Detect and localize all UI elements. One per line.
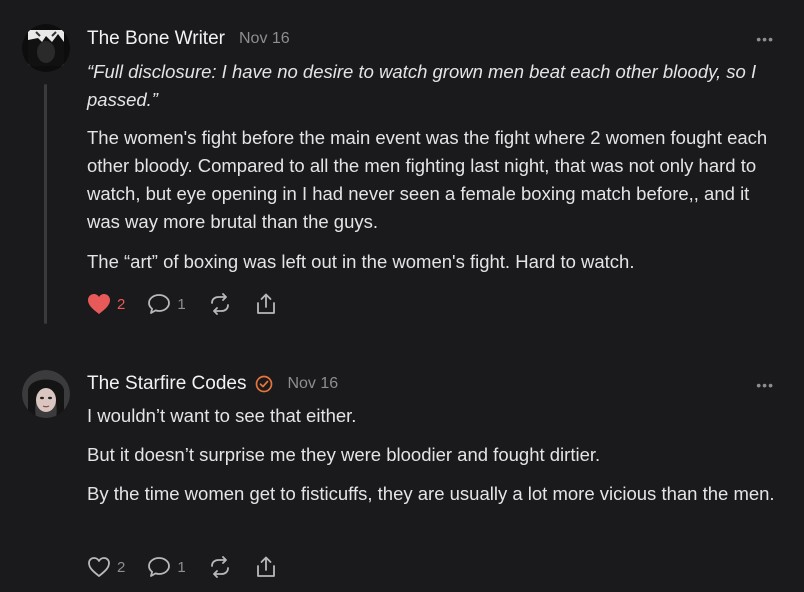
like-count: 2 xyxy=(117,295,126,313)
reply-count: 1 xyxy=(177,295,186,313)
verified-badge-icon xyxy=(255,375,273,393)
speech-bubble-icon xyxy=(147,293,171,315)
restack-button[interactable] xyxy=(208,556,232,578)
reply-button[interactable]: 1 xyxy=(147,293,186,315)
like-count: 2 xyxy=(117,558,126,576)
share-button[interactable] xyxy=(254,293,278,315)
comment-paragraph: I wouldn’t want to see that either. xyxy=(87,405,357,426)
comment-paragraph: The “art” of boxing was left out in the … xyxy=(87,251,635,272)
reply-count: 1 xyxy=(177,558,186,576)
reply-button[interactable]: 1 xyxy=(147,556,186,578)
share-icon xyxy=(254,293,278,315)
like-button[interactable]: 2 xyxy=(87,556,125,578)
share-button[interactable] xyxy=(254,556,278,578)
comment-actions: 2 1 xyxy=(87,556,300,578)
comment-quote: “Full disclosure: I have no desire to wa… xyxy=(87,61,757,110)
comment-header: The Bone Writer Nov 16 xyxy=(87,28,290,50)
more-options-button[interactable]: ••• xyxy=(756,31,774,47)
author-name[interactable]: The Bone Writer xyxy=(87,28,225,50)
avatar[interactable] xyxy=(22,370,70,418)
repeat-icon xyxy=(208,556,232,578)
like-button[interactable]: 2 xyxy=(87,293,125,315)
share-icon xyxy=(254,556,278,578)
comment-paragraph: By the time women get to fisticuffs, the… xyxy=(87,483,775,504)
comment-header: The Starfire Codes Nov 16 xyxy=(87,373,338,395)
comment-date[interactable]: Nov 16 xyxy=(287,375,338,393)
heart-outline-icon xyxy=(87,556,111,578)
author-name[interactable]: The Starfire Codes xyxy=(87,373,246,395)
heart-filled-icon xyxy=(87,293,111,315)
repeat-icon xyxy=(208,293,232,315)
more-options-button[interactable]: ••• xyxy=(756,377,774,393)
avatar[interactable] xyxy=(22,24,70,72)
comment-actions: 2 1 xyxy=(87,293,300,315)
restack-button[interactable] xyxy=(208,293,232,315)
speech-bubble-icon xyxy=(147,556,171,578)
comment-paragraph: But it doesn’t surprise me they were blo… xyxy=(87,444,601,465)
comment-paragraph: The women's fight before the main event … xyxy=(87,127,768,232)
comment-date[interactable]: Nov 16 xyxy=(239,30,290,48)
thread-line xyxy=(44,84,47,324)
